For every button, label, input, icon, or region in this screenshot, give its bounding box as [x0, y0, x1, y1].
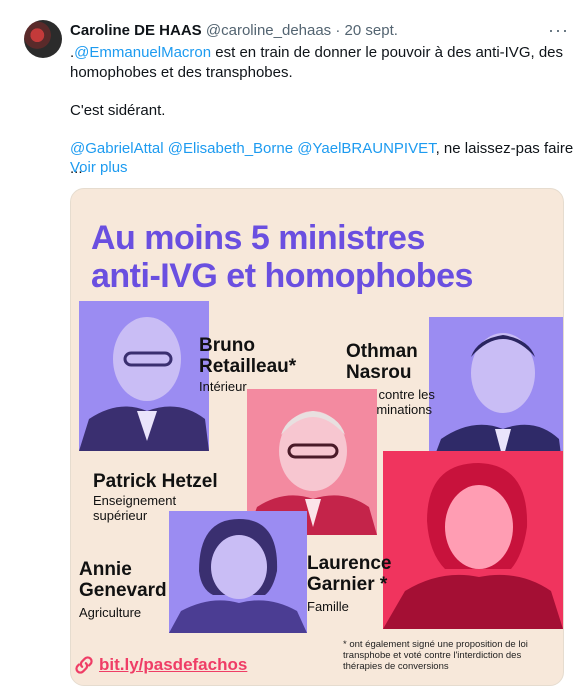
tweet-image-card[interactable]: Au moins 5 ministres anti-IVG et homopho… — [70, 188, 564, 686]
footer-link-text[interactable]: bit.ly/pasdefachos — [99, 655, 247, 674]
role-line: supérieur — [93, 508, 148, 523]
name-line: Retailleau* — [199, 356, 297, 377]
person-name: Patrick Hetzel — [93, 471, 218, 492]
card-footnote: * ont également signé une proposition de… — [343, 639, 528, 672]
name-line: Laurence — [307, 553, 392, 574]
headline-line: anti-IVG et homophobes — [91, 257, 473, 295]
tweet-text-line: @GabrielAttal @Elisabeth_Borne @YaelBRAU… — [70, 139, 580, 179]
person-name: Bruno Retailleau* — [199, 335, 296, 377]
avatar[interactable] — [24, 20, 62, 58]
photo-nasrou — [429, 317, 563, 471]
tweet-header: Caroline DE HAAS @caroline_dehaas · 20 s… — [70, 22, 398, 39]
name-line: Bruno — [199, 335, 255, 356]
person-silhouette-icon — [429, 333, 563, 471]
tweet-text-line: .@EmmanuelMacron est en train de donner … — [70, 43, 563, 63]
mention-attal[interactable]: @GabrielAttal — [70, 140, 164, 157]
role-line: Enseignement — [93, 493, 177, 508]
separator: · — [335, 22, 341, 39]
person-role: Famille — [307, 599, 349, 614]
author-handle[interactable]: @caroline_dehaas — [206, 22, 331, 39]
mention-macron[interactable]: @EmmanuelMacron — [74, 44, 211, 61]
photo-genevard — [169, 511, 307, 633]
person-role: Enseignement supérieur — [93, 493, 176, 523]
person-name: Othman Nasrou — [346, 341, 418, 383]
author-name[interactable]: Caroline DE HAAS — [70, 22, 202, 39]
name-line: Othman — [346, 341, 418, 362]
photo-retailleau — [79, 301, 209, 451]
card-footer-link[interactable]: bit.ly/pasdefachos — [75, 655, 247, 675]
tweet-text-line: homophobes et des transphobes. — [70, 64, 293, 81]
name-line: Annie — [79, 559, 132, 580]
person-name: Annie Genevard — [79, 559, 167, 601]
mention-braunpivet[interactable]: @YaelBRAUNPIVET — [297, 140, 435, 157]
name-line: Nasrou — [346, 362, 412, 383]
tweet-text: est en train de donner le pouvoir à des … — [211, 44, 564, 61]
more-dots-icon[interactable]: ··· — [548, 20, 569, 41]
see-more-link[interactable]: Voir plus — [70, 158, 128, 178]
person-role: Agriculture — [79, 605, 142, 620]
person-role: Intérieur — [199, 379, 247, 394]
tweet[interactable]: Caroline DE HAAS @caroline_dehaas · 20 s… — [0, 0, 580, 692]
person-name: Laurence Garnier * — [307, 553, 391, 595]
person-silhouette-icon — [169, 519, 307, 633]
photo-garnier — [383, 451, 563, 629]
name-line: Garnier * — [307, 574, 388, 595]
tweet-date[interactable]: 20 sept. — [345, 22, 398, 39]
link-icon — [75, 656, 93, 674]
name-line: Genevard — [79, 580, 167, 601]
tweet-text-line: C'est sidérant. — [70, 102, 166, 119]
card-headline: Au moins 5 ministres anti-IVG et homopho… — [91, 219, 473, 295]
person-silhouette-icon — [383, 463, 563, 629]
headline-line: Au moins 5 ministres — [91, 219, 425, 257]
mention-borne[interactable]: @Elisabeth_Borne — [168, 140, 293, 157]
person-silhouette-icon — [79, 317, 209, 451]
